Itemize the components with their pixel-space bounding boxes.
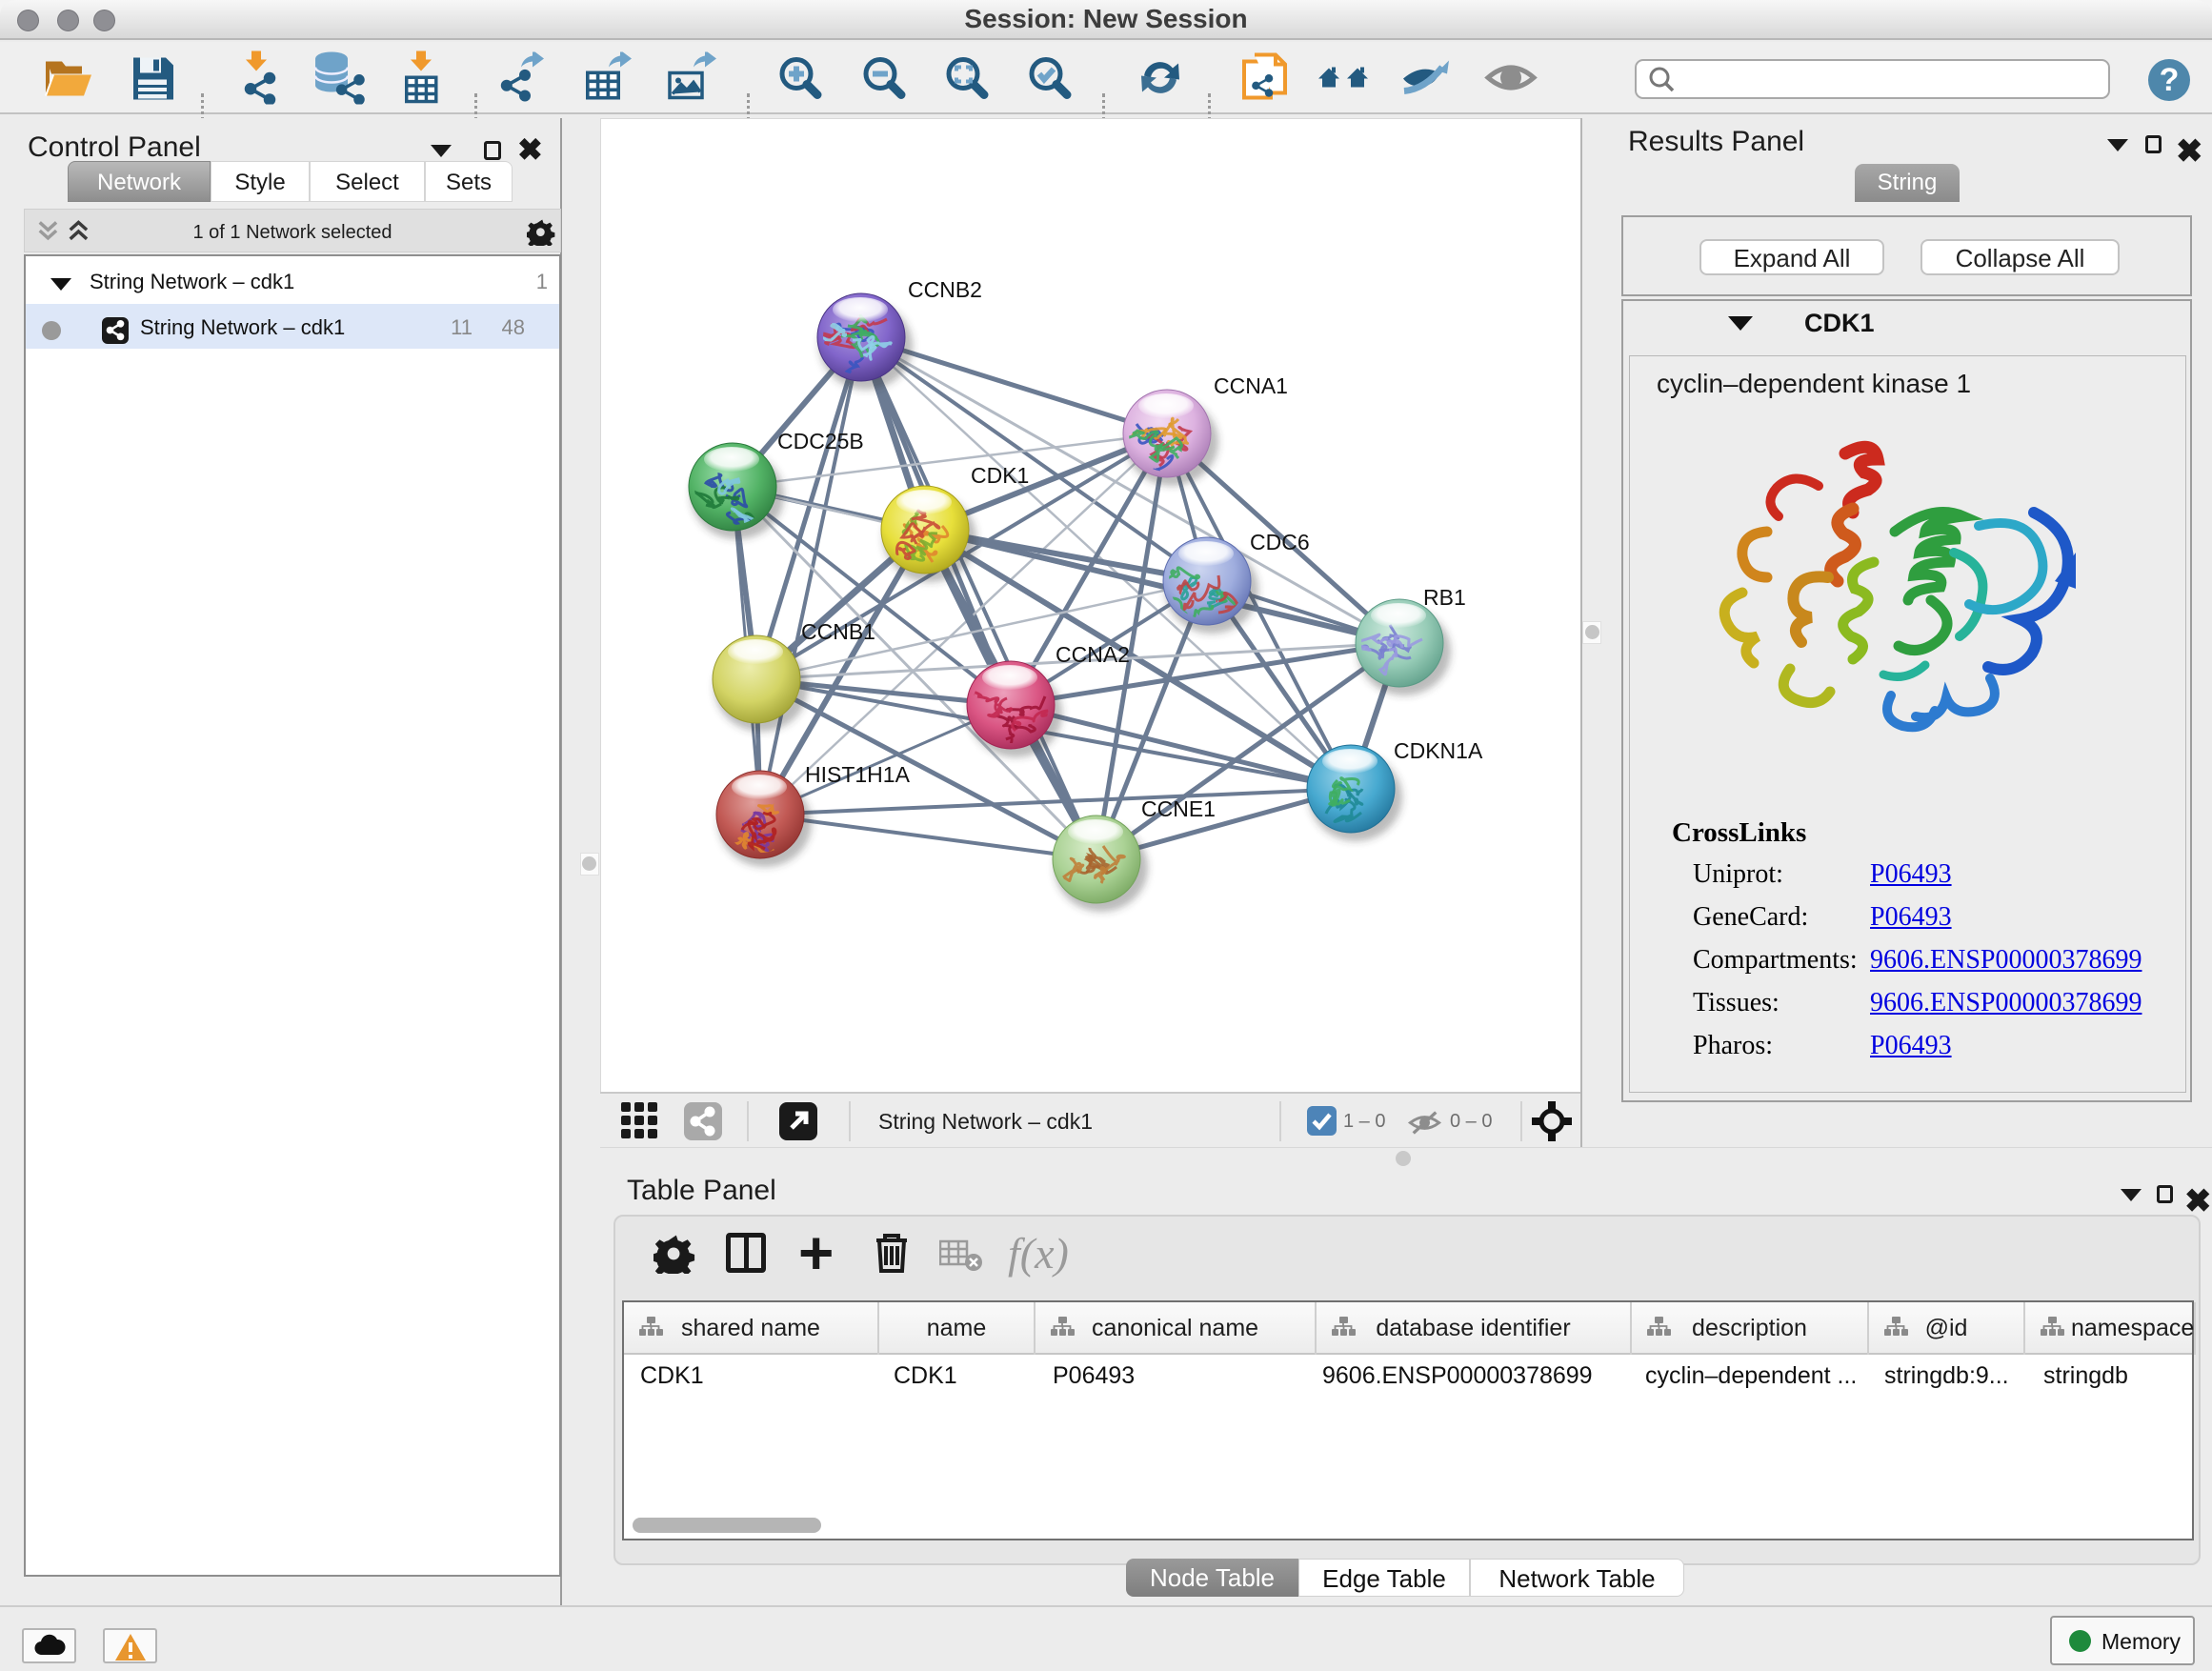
svg-text:CCNE1: CCNE1 <box>1141 796 1216 821</box>
svg-text:RB1: RB1 <box>1423 585 1466 610</box>
svg-text:CDC25B: CDC25B <box>777 429 864 453</box>
svg-text:CDC6: CDC6 <box>1250 530 1310 554</box>
svg-text:CCNB1: CCNB1 <box>801 619 875 644</box>
svg-text:CDKN1A: CDKN1A <box>1394 738 1483 763</box>
svg-text:CCNA2: CCNA2 <box>1056 642 1130 667</box>
svg-text:CCNB2: CCNB2 <box>908 277 982 302</box>
svg-text:HIST1H1A: HIST1H1A <box>805 762 911 787</box>
svg-text:CCNA1: CCNA1 <box>1214 373 1288 398</box>
svg-text:CDK1: CDK1 <box>971 463 1029 488</box>
